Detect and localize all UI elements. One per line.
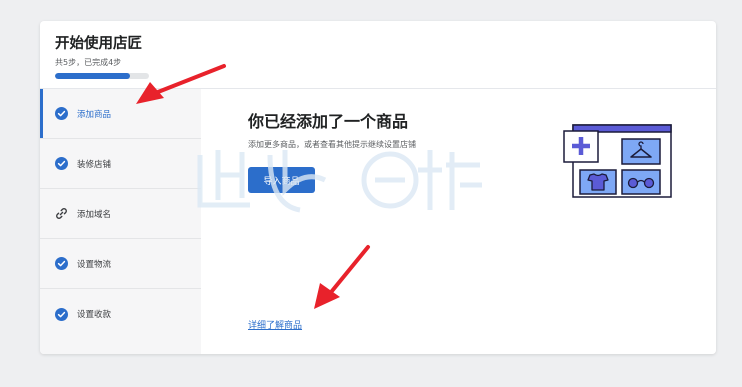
step-label: 设置物流 [77, 259, 112, 270]
step-detail-panel: 你已经添加了一个商品 添加更多商品，或者查看其他提示继续设置店铺 导入商品 详细… [201, 89, 716, 354]
step-setup-shipping[interactable]: 设置物流 [40, 239, 201, 289]
setup-header: 开始使用店匠 共5步，已完成4步 [40, 21, 716, 89]
check-circle-icon [55, 307, 68, 321]
step-customize-store[interactable]: 装修店铺 [40, 139, 201, 189]
check-circle-icon [55, 257, 68, 270]
step-add-products[interactable]: 添加商品 [40, 89, 201, 139]
step-label: 设置收款 [77, 310, 112, 320]
link-icon [55, 207, 68, 220]
step-label: 添加域名 [77, 209, 112, 220]
step-label: 装修店铺 [77, 159, 112, 170]
setup-progress-text: 共5步，已完成4步 [55, 58, 122, 67]
learn-more-products-link[interactable]: 详细了解商品 [248, 318, 302, 331]
import-products-button[interactable]: 导入商品 [248, 167, 315, 193]
check-circle-icon [55, 157, 68, 170]
step-setup-payments[interactable]: 设置收款 [40, 289, 201, 339]
step-description: 添加更多商品，或者查看其他提示继续设置店铺 [248, 140, 416, 149]
setup-guide-card: 开始使用店匠 共5步，已完成4步 添加商品 装修店铺 添加域名 设置物流 设置收… [40, 21, 716, 354]
setup-steps-sidebar: 添加商品 装修店铺 添加域名 设置物流 设置收款 [40, 89, 201, 354]
setup-title: 开始使用店匠 [55, 36, 142, 52]
product-grid-illustration [563, 124, 672, 198]
step-label: 添加商品 [77, 109, 112, 120]
step-add-domain[interactable]: 添加域名 [40, 189, 201, 239]
setup-progress-fill [55, 73, 131, 79]
setup-progress-bar [55, 73, 149, 79]
step-heading: 你已经添加了一个商品 [248, 112, 409, 131]
check-circle-icon [55, 107, 68, 120]
